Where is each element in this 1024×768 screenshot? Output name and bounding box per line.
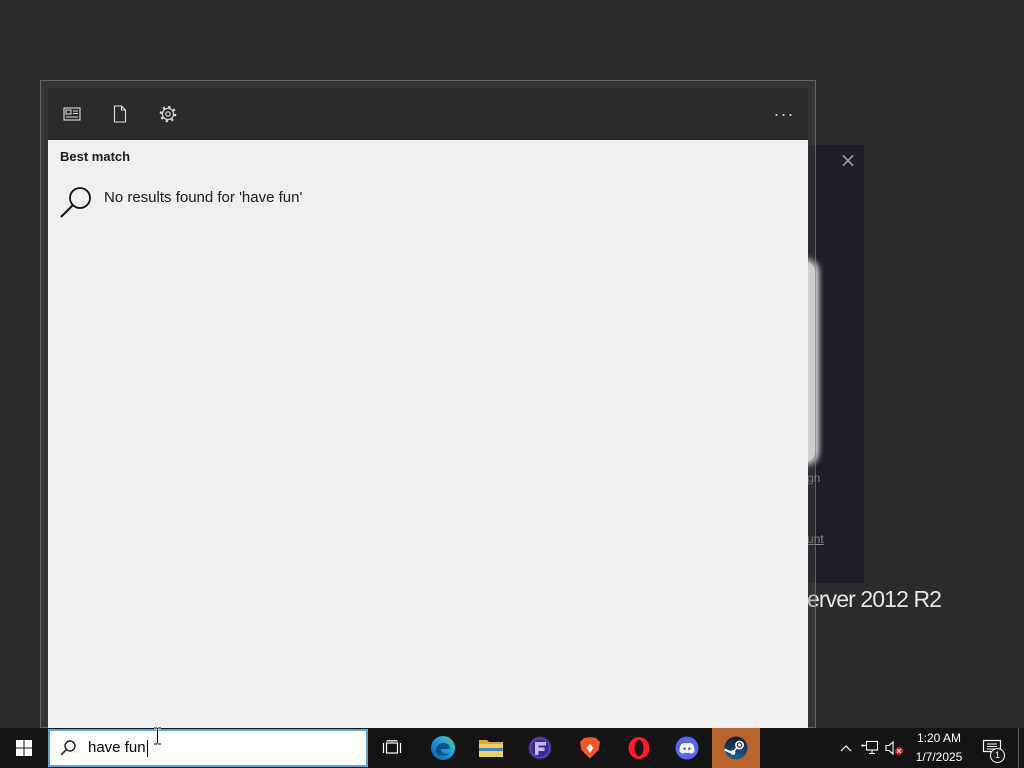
- apps-filter-button[interactable]: [48, 88, 96, 140]
- windows-logo-icon: [16, 740, 32, 756]
- clock-time: 1:20 AM: [916, 731, 962, 745]
- text-caret: [146, 739, 148, 757]
- brave-icon: [580, 737, 600, 759]
- file-explorer-icon: [479, 740, 503, 757]
- action-center-button[interactable]: 1: [968, 728, 1016, 768]
- no-results-text: No results found for 'have fun': [104, 189, 303, 206]
- search-icon: [60, 187, 91, 218]
- search-flyout: ··· Best match No results found for 'hav…: [48, 88, 808, 728]
- apps-filter-icon: [63, 107, 81, 121]
- taskbar-search-input[interactable]: have fun: [48, 729, 368, 767]
- start-button[interactable]: [0, 728, 48, 768]
- documents-filter-button[interactable]: [96, 88, 144, 140]
- edge-icon: [431, 736, 455, 760]
- discord-icon: [675, 736, 699, 760]
- volume-muted-icon: [885, 740, 903, 756]
- search-results-area: Best match No results found for 'have fu…: [48, 140, 808, 728]
- more-options-button[interactable]: ···: [760, 88, 808, 140]
- text-cursor-icon: [154, 727, 161, 745]
- dialog-close-button[interactable]: ×: [837, 148, 859, 172]
- taskbar-opera-button[interactable]: [615, 728, 663, 768]
- search-query-text: have fun: [88, 731, 148, 765]
- taskbar-file-explorer-button[interactable]: [467, 728, 515, 768]
- taskbar-steam-button[interactable]: [712, 728, 760, 768]
- show-desktop-divider: [1018, 728, 1019, 768]
- wallpaper-os-text: erver 2012 R2: [807, 586, 942, 612]
- opera-icon: [628, 737, 650, 759]
- task-view-button[interactable]: [368, 728, 416, 768]
- show-desktop-button[interactable]: [1018, 728, 1024, 768]
- notification-count-badge: 1: [990, 748, 1005, 763]
- clock-date: 1/7/2025: [915, 750, 963, 764]
- network-icon: [861, 740, 879, 755]
- clock-button[interactable]: 1:20 AM 1/7/2025: [912, 728, 966, 768]
- taskbar-edge-button[interactable]: [419, 728, 467, 768]
- task-view-icon: [382, 740, 402, 754]
- taskbar-purple-f-app-button[interactable]: [516, 728, 564, 768]
- settings-gear-icon: [159, 105, 177, 123]
- settings-filter-button[interactable]: [144, 88, 192, 140]
- show-hidden-icons-button[interactable]: [834, 728, 858, 768]
- purple-f-app-icon: [528, 736, 552, 760]
- taskbar-discord-button[interactable]: [663, 728, 711, 768]
- steam-icon: [724, 736, 748, 760]
- search-icon: [60, 740, 76, 756]
- network-status-button[interactable]: [858, 728, 882, 768]
- chevron-up-icon: [840, 745, 852, 752]
- taskbar-brave-button[interactable]: [566, 728, 614, 768]
- section-title: Best match: [60, 149, 131, 164]
- search-filter-toolbar: ···: [48, 88, 808, 140]
- volume-button[interactable]: [882, 728, 906, 768]
- documents-filter-icon: [113, 105, 127, 123]
- no-results-item: No results found for 'have fun': [48, 176, 808, 220]
- search-query-value: have fun: [88, 739, 146, 756]
